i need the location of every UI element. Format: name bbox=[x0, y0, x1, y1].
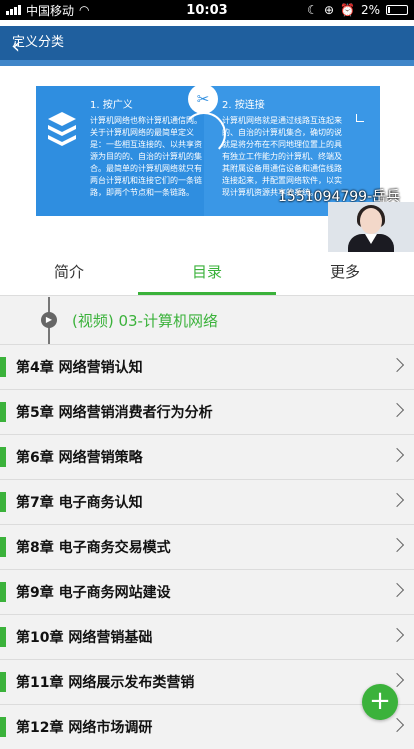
signal-icon bbox=[6, 5, 21, 15]
slide-column-2-title: 2. 按连接 bbox=[222, 100, 265, 111]
plus-icon: + bbox=[369, 686, 391, 716]
tab-intro[interactable]: 简介 bbox=[0, 252, 138, 295]
teacher-video-thumbnail[interactable] bbox=[328, 202, 414, 252]
chapter-title: 第12章 网络市场调研 bbox=[16, 720, 153, 736]
chapter-marker bbox=[0, 447, 6, 467]
chapter-marker bbox=[0, 717, 6, 737]
chevron-right-icon bbox=[389, 357, 405, 373]
carrier-label: 中国移动 bbox=[26, 3, 75, 18]
chevron-right-icon bbox=[389, 447, 405, 463]
chapter-marker bbox=[0, 537, 6, 557]
play-icon: ▶ bbox=[41, 312, 57, 328]
ring-decoration bbox=[182, 112, 226, 156]
chevron-right-icon bbox=[389, 402, 405, 418]
chapter-marker bbox=[0, 492, 6, 512]
slide-column-2-text: 计算机网络就是通过线路互连起来的、自治的计算机集合，确切的说就是将分布在不同地理… bbox=[222, 116, 342, 197]
tab-bar: 简介 目录 更多 bbox=[0, 252, 414, 296]
chevron-right-icon bbox=[389, 717, 405, 733]
add-button[interactable]: + bbox=[362, 684, 398, 720]
current-video-item[interactable]: ▶ (视频) 03-计算机网络 bbox=[0, 297, 414, 344]
slide-content: 1. 按广义 计算机网络也称计算机通信网。关于计算机网络的最简单定义是：一些相互… bbox=[36, 84, 380, 216]
chapter-list: 第4章 网络营销认知 第5章 网络营销消费者行为分析 第6章 网络营销策略 第7… bbox=[0, 344, 414, 749]
current-video-label: (视频) 03-计算机网络 bbox=[72, 312, 218, 330]
battery-icon bbox=[386, 5, 408, 15]
video-player[interactable]: ‹ 定义分类 1. 按广义 计算机网络也称计算机通信网。关于计算机网络的最简单定… bbox=[0, 20, 414, 252]
chapter-row[interactable]: 第8章 电子商务交易模式 bbox=[0, 524, 414, 569]
slide-column-2: 2. 按连接 计算机网络就是通过线路互连起来的、自治的计算机集合，确切的说就是将… bbox=[222, 100, 348, 199]
chapter-marker bbox=[0, 582, 6, 602]
corner-decoration bbox=[356, 114, 364, 122]
chapter-row[interactable]: 第12章 网络市场调研 bbox=[0, 704, 414, 749]
slide-header-bar: ‹ 定义分类 bbox=[0, 26, 414, 66]
chapter-title: 第4章 网络营销认知 bbox=[16, 360, 143, 376]
chapter-title: 第9章 电子商务网站建设 bbox=[16, 585, 171, 601]
chapter-title: 第11章 网络展示发布类营销 bbox=[16, 675, 195, 691]
chevron-right-icon bbox=[389, 537, 405, 553]
chapter-marker bbox=[0, 357, 6, 377]
chapter-marker bbox=[0, 402, 6, 422]
wifi-icon: ◠ bbox=[79, 3, 90, 17]
battery-percent: 2% bbox=[360, 3, 380, 17]
chapter-title: 第5章 网络营销消费者行为分析 bbox=[16, 405, 213, 421]
lock-rotation-icon: ⊕ bbox=[323, 3, 334, 17]
chevron-right-icon bbox=[389, 582, 405, 598]
alarm-icon: ⏰ bbox=[340, 3, 355, 17]
chapter-row[interactable]: 第6章 网络营销策略 bbox=[0, 434, 414, 479]
chapter-row[interactable]: 第5章 网络营销消费者行为分析 bbox=[0, 389, 414, 434]
slide-header-title: 定义分类 bbox=[12, 35, 65, 50]
chapter-marker bbox=[0, 672, 6, 692]
tab-catalog[interactable]: 目录 bbox=[138, 252, 276, 295]
slide-column-1-title: 1. 按广义 bbox=[90, 100, 133, 111]
chevron-right-icon bbox=[389, 627, 405, 643]
moon-icon: ☾ bbox=[307, 3, 318, 17]
layers-icon bbox=[48, 112, 76, 146]
chapter-row[interactable]: 第10章 网络营销基础 bbox=[0, 614, 414, 659]
chapter-marker bbox=[0, 627, 6, 647]
chapter-title: 第10章 网络营销基础 bbox=[16, 630, 153, 646]
chapter-title: 第8章 电子商务交易模式 bbox=[16, 540, 171, 556]
chapter-row[interactable]: 第7章 电子商务认知 bbox=[0, 479, 414, 524]
chapter-title: 第6章 网络营销策略 bbox=[16, 450, 143, 466]
chapter-row[interactable]: 第4章 网络营销认知 bbox=[0, 344, 414, 389]
chapter-row[interactable]: 第9章 电子商务网站建设 bbox=[0, 569, 414, 614]
chapter-row[interactable]: 第11章 网络展示发布类营销 bbox=[0, 659, 414, 704]
status-bar: 中国移动 ◠ 10:03 ☾ ⊕ ⏰ 2% bbox=[0, 0, 414, 20]
tab-more[interactable]: 更多 bbox=[276, 252, 414, 295]
status-left: 中国移动 ◠ bbox=[6, 2, 307, 19]
slide-column-1: 1. 按广义 计算机网络也称计算机通信网。关于计算机网络的最简单定义是：一些相互… bbox=[90, 100, 202, 199]
chevron-right-icon bbox=[389, 492, 405, 508]
chapter-title: 第7章 电子商务认知 bbox=[16, 495, 143, 511]
tools-icon: ✂ bbox=[188, 84, 218, 114]
chevron-right-icon bbox=[389, 672, 405, 688]
status-right: ☾ ⊕ ⏰ 2% bbox=[307, 3, 408, 17]
teacher-face bbox=[360, 208, 382, 234]
